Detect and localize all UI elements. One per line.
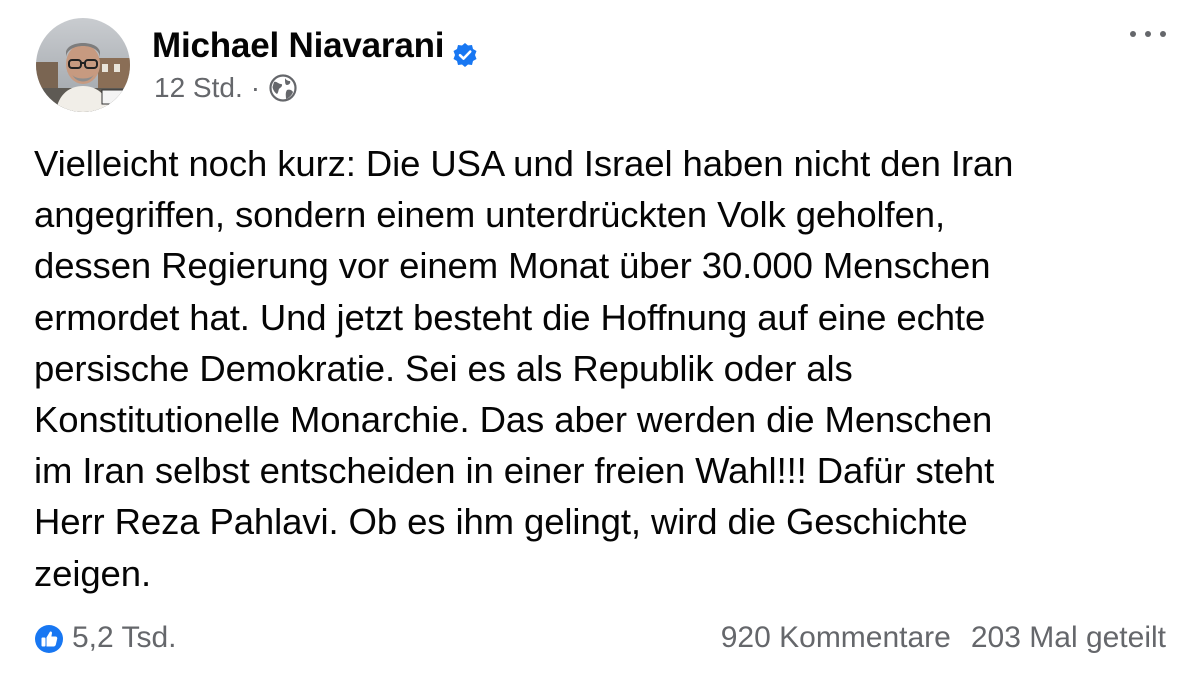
- post-meta: 12 Std. ·: [154, 70, 298, 106]
- avatar[interactable]: [36, 18, 130, 112]
- reactions-summary[interactable]: 5,2 Tsd.: [34, 616, 177, 660]
- post-footer: 5,2 Tsd. 920 Kommentare 203 Mal geteilt: [0, 616, 1200, 660]
- shares-count[interactable]: 203 Mal geteilt: [971, 616, 1166, 660]
- facebook-post: Michael Niavarani 12 Std. · Vielleicht n…: [0, 0, 1200, 674]
- verified-badge-icon: [452, 35, 478, 67]
- post-text: Vielleicht noch kurz: Die USA und Israel…: [34, 143, 1014, 594]
- globe-icon: [268, 73, 298, 103]
- more-dot: [1160, 31, 1166, 37]
- like-reaction-icon: [34, 623, 64, 653]
- engagement-stats: 920 Kommentare 203 Mal geteilt: [721, 616, 1166, 660]
- reactions-count: 5,2 Tsd.: [72, 621, 177, 654]
- author-name[interactable]: Michael Niavarani: [152, 24, 444, 68]
- author-name-row: Michael Niavarani: [152, 24, 478, 68]
- more-dot: [1130, 31, 1136, 37]
- more-dot: [1145, 31, 1151, 37]
- avatar-image: [36, 18, 130, 112]
- comments-count[interactable]: 920 Kommentare: [721, 616, 951, 660]
- timestamp[interactable]: 12 Std.: [154, 70, 243, 106]
- meta-separator: ·: [250, 72, 261, 103]
- stats-spacer: [951, 616, 971, 660]
- more-options-icon[interactable]: [1130, 22, 1166, 46]
